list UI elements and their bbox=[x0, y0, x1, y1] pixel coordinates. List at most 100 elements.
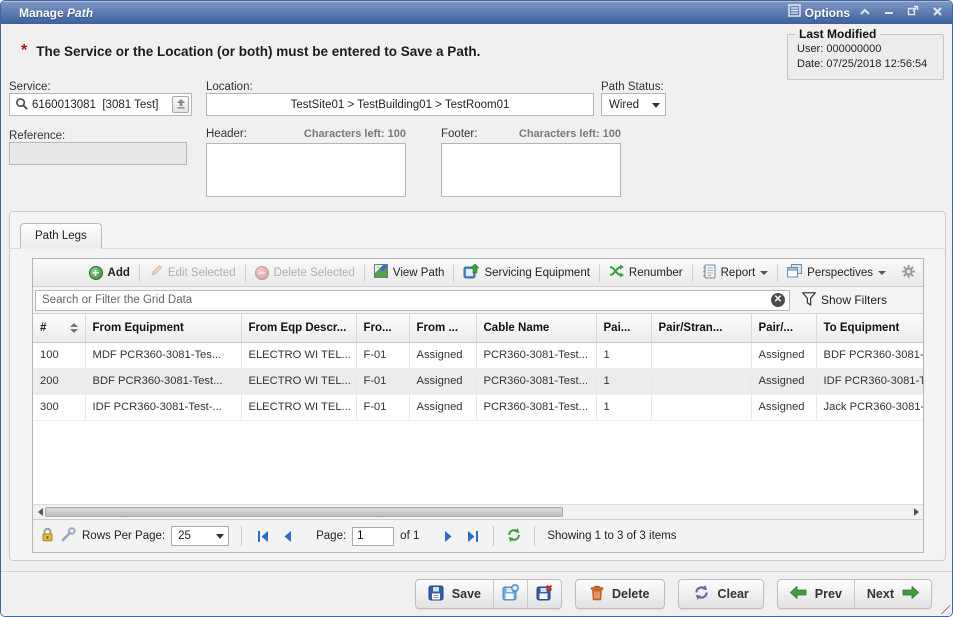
page-input[interactable] bbox=[352, 527, 394, 546]
renumber-button[interactable]: Renumber bbox=[602, 262, 690, 284]
path-legs-grid: + Add Edit Selected − Delete Selected Vi… bbox=[32, 258, 924, 553]
pager-status: Showing 1 to 3 of 3 items bbox=[547, 530, 676, 542]
tab-path-legs[interactable]: Path Legs bbox=[20, 223, 102, 249]
arrow-left-icon bbox=[790, 586, 807, 602]
footer-label-row: Footer: Characters left: 100 bbox=[441, 128, 621, 140]
perspectives-button[interactable]: Perspectives bbox=[780, 262, 893, 284]
add-plus-icon: + bbox=[89, 266, 103, 280]
path-legs-panel: Path Legs + Add Edit Selected − Delete S… bbox=[9, 211, 946, 561]
cell: PCR360-3081-Test... bbox=[476, 394, 596, 420]
toolbar-separator bbox=[139, 264, 140, 282]
sort-arrows-icon[interactable] bbox=[70, 323, 78, 333]
report-button[interactable]: Report bbox=[695, 262, 776, 284]
grid-search-row: ✕ Show Filters bbox=[33, 287, 923, 314]
arrow-right-icon bbox=[902, 586, 919, 602]
chevron-down-icon bbox=[652, 103, 660, 112]
cell: 1 bbox=[596, 394, 651, 420]
column-header-2[interactable]: From Eqp Descr... bbox=[241, 314, 356, 342]
clear-button[interactable]: Clear bbox=[678, 579, 764, 609]
window-title-entity: Path bbox=[67, 6, 93, 20]
next-button[interactable]: Next bbox=[854, 580, 931, 608]
refresh-icon[interactable] bbox=[506, 527, 522, 546]
path-legs-table: #From EquipmentFrom Eqp Descr...Fro...Fr… bbox=[33, 314, 923, 421]
cell: F-01 bbox=[356, 368, 409, 394]
location-field[interactable]: TestSite01 > TestBuilding01 > TestRoom01 bbox=[206, 93, 594, 116]
grid-pager: Rows Per Page: 25 Page: of 1 Showing 1 t… bbox=[33, 519, 923, 552]
first-page-button[interactable] bbox=[254, 527, 272, 545]
header-label-row: Header: Characters left: 100 bbox=[206, 128, 406, 140]
column-header-9[interactable]: To Equipment bbox=[816, 314, 923, 342]
column-header-6[interactable]: Pai... bbox=[596, 314, 651, 342]
search-input[interactable] bbox=[40, 293, 771, 307]
table-row[interactable]: 300IDF PCR360-3081-Test-...ELECTRO WI TE… bbox=[33, 394, 923, 420]
header-textarea[interactable] bbox=[206, 143, 406, 197]
last-page-button[interactable] bbox=[463, 527, 481, 545]
popout-button[interactable] bbox=[904, 5, 922, 21]
servicing-equipment-button[interactable]: Servicing Equipment bbox=[456, 262, 596, 284]
trash-icon bbox=[590, 585, 604, 604]
table-row[interactable]: 200BDF PCR360-3081-Test...ELECTRO WI TEL… bbox=[33, 368, 923, 394]
prev-button[interactable]: Prev bbox=[778, 580, 854, 608]
view-path-button[interactable]: View Path bbox=[367, 262, 452, 284]
save-and-new-button[interactable] bbox=[493, 580, 527, 608]
column-header-1[interactable]: From Equipment bbox=[85, 314, 241, 342]
column-header-0[interactable]: # bbox=[33, 314, 85, 342]
pager-separator bbox=[241, 526, 242, 546]
toolbar-separator bbox=[245, 264, 246, 282]
show-filters-button[interactable]: Show Filters bbox=[802, 292, 887, 309]
chevron-up-icon bbox=[859, 4, 871, 22]
service-detail-button[interactable] bbox=[172, 96, 189, 113]
column-header-4[interactable]: From ... bbox=[409, 314, 476, 342]
column-header-5[interactable]: Cable Name bbox=[476, 314, 596, 342]
collapse-button[interactable] bbox=[856, 5, 874, 21]
location-label: Location: bbox=[206, 81, 253, 93]
cell: Assigned bbox=[409, 368, 476, 394]
cell: F-01 bbox=[356, 342, 409, 368]
prev-page-button[interactable] bbox=[278, 527, 296, 545]
next-page-button[interactable] bbox=[439, 527, 457, 545]
add-button[interactable]: + Add bbox=[82, 262, 137, 284]
scroll-right-arrow[interactable] bbox=[909, 505, 923, 519]
minus-circle-icon: − bbox=[255, 266, 269, 280]
service-field[interactable]: 6160013081 [3081 Test] bbox=[9, 93, 192, 116]
options-button[interactable]: Options bbox=[788, 4, 850, 22]
scrollbar-thumb[interactable] bbox=[45, 507, 563, 517]
column-header-8[interactable]: Pair/... bbox=[751, 314, 816, 342]
minimize-button[interactable] bbox=[880, 5, 898, 21]
grid-settings-button[interactable] bbox=[901, 264, 916, 282]
rows-per-page-select[interactable]: 25 bbox=[171, 526, 229, 546]
triangle-left-icon bbox=[38, 508, 43, 516]
search-icon bbox=[15, 97, 28, 113]
save-and-close-button[interactable] bbox=[527, 580, 561, 608]
grid-search-box[interactable]: ✕ bbox=[35, 290, 790, 311]
save-plus-icon bbox=[502, 584, 519, 604]
grid-table-area: #From EquipmentFrom Eqp Descr...Fro...Fr… bbox=[33, 314, 923, 504]
cell bbox=[651, 368, 751, 394]
horizontal-scrollbar[interactable] bbox=[33, 504, 923, 519]
footer-label: Footer: bbox=[441, 128, 477, 140]
page-label: Page: bbox=[316, 530, 346, 542]
lock-icon[interactable] bbox=[40, 527, 55, 545]
cell: IDF PCR360-3081-Te bbox=[816, 368, 923, 394]
path-status-select[interactable]: Wired bbox=[601, 93, 666, 116]
chevron-down-icon bbox=[216, 534, 224, 543]
wrench-icon[interactable] bbox=[61, 527, 76, 545]
reference-field[interactable] bbox=[9, 142, 187, 165]
edit-selected-button: Edit Selected bbox=[142, 262, 243, 284]
triangle-right-icon bbox=[914, 508, 919, 516]
save-x-icon bbox=[536, 584, 553, 604]
save-button[interactable]: Save bbox=[416, 580, 493, 608]
footer-textarea[interactable] bbox=[441, 143, 621, 197]
funnel-icon bbox=[802, 292, 816, 309]
column-header-7[interactable]: Pair/Stran... bbox=[651, 314, 751, 342]
cell: F-01 bbox=[356, 394, 409, 420]
delete-button[interactable]: Delete bbox=[575, 579, 665, 609]
table-row[interactable]: 100MDF PCR360-3081-Tes...ELECTRO WI TEL.… bbox=[33, 342, 923, 368]
close-button[interactable] bbox=[928, 5, 946, 21]
report-book-icon bbox=[702, 264, 716, 282]
clear-refresh-icon bbox=[693, 584, 710, 604]
clear-search-icon[interactable]: ✕ bbox=[771, 293, 785, 307]
cell: ELECTRO WI TEL... bbox=[241, 394, 356, 420]
arrow-up-icon bbox=[176, 98, 186, 112]
column-header-3[interactable]: Fro... bbox=[356, 314, 409, 342]
